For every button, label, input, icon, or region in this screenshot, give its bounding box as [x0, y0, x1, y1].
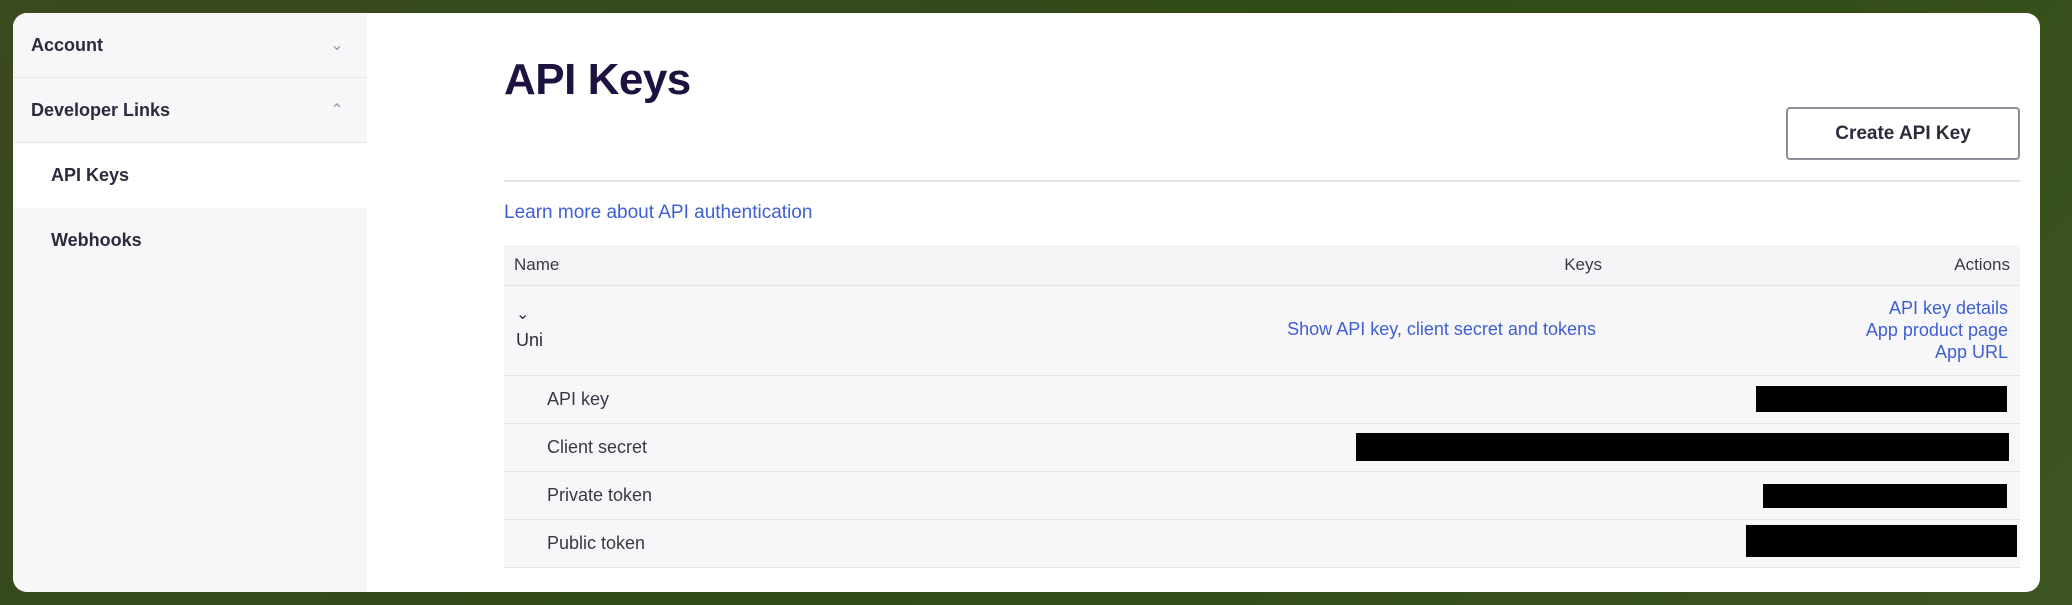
redacted-value — [1763, 484, 2007, 508]
create-api-key-button[interactable]: Create API Key — [1786, 107, 2020, 160]
column-header-keys: Keys — [1564, 255, 1602, 274]
redacted-value — [1756, 386, 2007, 412]
sidebar-section-developer-links[interactable]: Developer Links ⌃ — [13, 78, 367, 143]
table-row-api-key: API key — [504, 376, 2020, 424]
show-keys-link[interactable]: Show API key, client secret and tokens — [1287, 319, 1596, 340]
row-actions: API key details App product page App URL — [1866, 297, 2008, 363]
app-name: Uni — [516, 330, 544, 350]
key-label: Client secret — [547, 437, 648, 457]
table-row-app: ⌄ Uni Show API key, client secret and to… — [504, 286, 2020, 376]
table-header: Name Keys Actions — [504, 245, 2020, 286]
table-row-public-token: Public token — [504, 520, 2020, 568]
app-product-page-link[interactable]: App product page — [1866, 319, 2008, 341]
sidebar-item-webhooks[interactable]: Webhooks — [13, 208, 367, 273]
sidebar-section-label: Developer Links — [31, 99, 171, 120]
page-title: API Keys — [504, 55, 691, 104]
sidebar-item-label: Webhooks — [51, 230, 142, 250]
column-header-name: Name — [514, 255, 560, 274]
chevron-up-icon: ⌃ — [330, 102, 344, 119]
table-row-private-token: Private token — [504, 472, 2020, 520]
learn-more-link[interactable]: Learn more about API authentication — [504, 202, 812, 224]
sidebar-section-account[interactable]: Account ⌄ — [13, 13, 367, 78]
main-content: API Keys Create API Key Learn more about… — [504, 13, 2040, 592]
sidebar-section-label: Account — [31, 34, 103, 55]
chevron-down-icon[interactable]: ⌄ — [516, 304, 529, 324]
sidebar: Account ⌄ Developer Links ⌃ API Keys Web… — [13, 13, 367, 592]
sidebar-item-api-keys[interactable]: API Keys — [13, 143, 367, 208]
app-window: Account ⌄ Developer Links ⌃ API Keys Web… — [13, 13, 2040, 592]
key-label: Private token — [547, 485, 653, 505]
divider — [504, 180, 2020, 182]
table-row-client-secret: Client secret — [504, 424, 2020, 472]
app-url-link[interactable]: App URL — [1866, 341, 2008, 363]
chevron-down-icon: ⌄ — [330, 37, 344, 54]
redacted-value — [1746, 525, 2017, 557]
column-header-actions: Actions — [1954, 255, 2010, 274]
key-label: API key — [547, 389, 610, 409]
key-label: Public token — [547, 533, 646, 553]
sidebar-item-label: API Keys — [51, 165, 130, 185]
api-keys-table: Name Keys Actions ⌄ Uni Show API key, cl… — [504, 245, 2020, 568]
api-key-details-link[interactable]: API key details — [1866, 297, 2008, 319]
redacted-value — [1356, 433, 2009, 461]
